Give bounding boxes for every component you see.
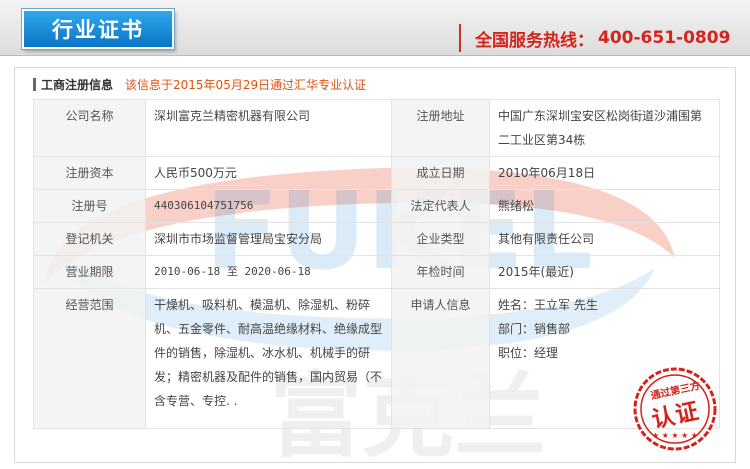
scope-label: 经营范围: [33, 288, 146, 429]
table-row: 登记机关 深圳市市场监督管理局宝安分局 企业类型 其他有限责任公司: [33, 222, 720, 256]
address-label: 注册地址: [391, 99, 490, 157]
address-value: 中国广东深圳宝安区松岗街道沙浦围第二工业区第34栋: [489, 99, 720, 157]
founded-value: 2010年06月18日: [489, 156, 720, 190]
applicant-department: 部门：销售部: [498, 322, 571, 336]
legal-rep-label: 法定代表人: [391, 189, 490, 223]
table-row: 公司名称 深圳富克兰精密机器有限公司 注册地址 中国广东深圳宝安区松岗街道沙浦围…: [33, 99, 720, 157]
legal-rep-value: 熊绪松: [489, 189, 720, 223]
audit-value: 2015年(最近): [489, 255, 720, 289]
audit-label: 年检时间: [391, 255, 490, 289]
founded-label: 成立日期: [391, 156, 490, 190]
authority-value: 深圳市市场监督管理局宝安分局: [145, 222, 392, 256]
term-label: 营业期限: [33, 255, 146, 289]
company-name-value: 深圳富克兰精密机器有限公司: [145, 99, 392, 157]
applicant-name: 姓名：王立军 先生: [498, 298, 598, 312]
verification-note: 该信息于2015年05月29日通过汇华专业认证: [125, 77, 367, 92]
applicant-label: 申请人信息: [391, 288, 490, 429]
page-header: 行业证书 全国服务热线： 400-651-0809: [0, 0, 750, 56]
title-marker: [33, 77, 36, 91]
section-tab-title: 行业证书: [22, 9, 174, 49]
section-name: 工商注册信息: [41, 77, 114, 92]
capital-label: 注册资本: [33, 156, 146, 190]
table-row: 注册资本 人民币500万元 成立日期 2010年06月18日: [33, 156, 720, 190]
business-registration-panel: FUKEL 富克兰 工商注册信息 该信息于2015年05月29日通过汇华专业认证…: [14, 67, 736, 463]
term-value: 2010-06-18 至 2020-06-18: [145, 255, 392, 289]
scope-value: 干燥机、吸料机、模温机、除湿机、粉碎机、五金零件、耐高温绝缘材料、绝缘成型件的销…: [145, 288, 392, 429]
table-row: 注册号 440306104751756 法定代表人 熊绪松: [33, 189, 720, 223]
reg-no-value: 440306104751756: [145, 189, 392, 223]
company-type-label: 企业类型: [391, 222, 490, 256]
panel-title: 工商注册信息 该信息于2015年05月29日通过汇华专业认证: [33, 75, 366, 93]
reg-no-label: 注册号: [33, 189, 146, 223]
table-row: 营业期限 2010-06-18 至 2020-06-18 年检时间 2015年(…: [33, 255, 720, 289]
applicant-position: 职位：经理: [498, 346, 559, 360]
table-row: 经营范围 干燥机、吸料机、模温机、除湿机、粉碎机、五金零件、耐高温绝缘材料、绝缘…: [33, 288, 720, 429]
capital-value: 人民币500万元: [145, 156, 392, 190]
service-hotline: 全国服务热线： 400-651-0809: [459, 24, 730, 52]
company-type-value: 其他有限责任公司: [489, 222, 720, 256]
hotline-number[interactable]: 400-651-0809: [598, 28, 730, 48]
company-name-label: 公司名称: [33, 99, 146, 157]
registration-table: 公司名称 深圳富克兰精密机器有限公司 注册地址 中国广东深圳宝安区松岗街道沙浦围…: [33, 99, 720, 429]
hotline-label: 全国服务热线：: [475, 30, 594, 51]
authority-label: 登记机关: [33, 222, 146, 256]
certification-seal: ★ ★ ★ ★ ★ 通过第三方 认证: [632, 366, 718, 452]
